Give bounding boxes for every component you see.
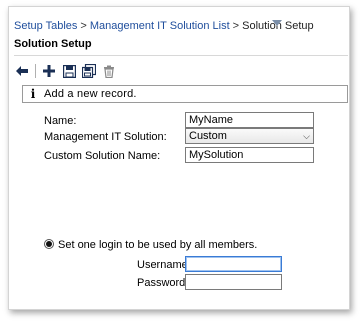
breadcrumb: Setup Tables > Management IT Solution List… bbox=[14, 20, 314, 32]
username-field[interactable] bbox=[185, 256, 282, 272]
management-it-solution-label: Management IT Solution: bbox=[44, 131, 167, 143]
add-plus-icon[interactable] bbox=[41, 63, 57, 79]
single-login-option-label: Set one login to be used by all members. bbox=[58, 239, 258, 251]
custom-solution-name-label: Custom Solution Name: bbox=[44, 150, 161, 162]
management-it-solution-select[interactable]: Custom ⌵ bbox=[185, 128, 314, 144]
toolbar bbox=[14, 62, 117, 80]
breadcrumb-setup-tables[interactable]: Setup Tables bbox=[14, 20, 77, 32]
name-field[interactable] bbox=[185, 112, 314, 128]
save-icon[interactable] bbox=[61, 63, 77, 79]
radio-selected-dot bbox=[46, 241, 52, 247]
breadcrumb-separator: > bbox=[80, 20, 87, 32]
delete-trash-icon[interactable] bbox=[101, 63, 117, 79]
info-icon: i bbox=[30, 87, 36, 101]
save-copy-icon[interactable] bbox=[81, 63, 97, 79]
page-title: Solution Setup bbox=[14, 38, 92, 50]
password-label: Password: bbox=[137, 277, 189, 289]
username-label: Username: bbox=[137, 259, 191, 271]
breadcrumb-management-it-solution-list[interactable]: Management IT Solution List bbox=[90, 20, 230, 32]
info-message: Add a new record. bbox=[44, 88, 137, 100]
name-label: Name: bbox=[44, 115, 77, 127]
back-arrow-icon[interactable] bbox=[14, 63, 30, 79]
title-divider bbox=[14, 55, 348, 56]
toolbar-separator bbox=[35, 64, 36, 78]
chevron-down-icon: ⌵ bbox=[303, 130, 310, 141]
management-it-solution-value: Custom bbox=[189, 130, 227, 142]
breadcrumb-dropdown-icon[interactable] bbox=[272, 20, 282, 26]
breadcrumb-separator: > bbox=[232, 20, 240, 32]
password-field[interactable] bbox=[185, 274, 282, 290]
single-login-radio[interactable] bbox=[44, 239, 54, 249]
info-bar: i Add a new record. bbox=[22, 85, 348, 103]
custom-solution-name-field[interactable] bbox=[185, 147, 314, 163]
